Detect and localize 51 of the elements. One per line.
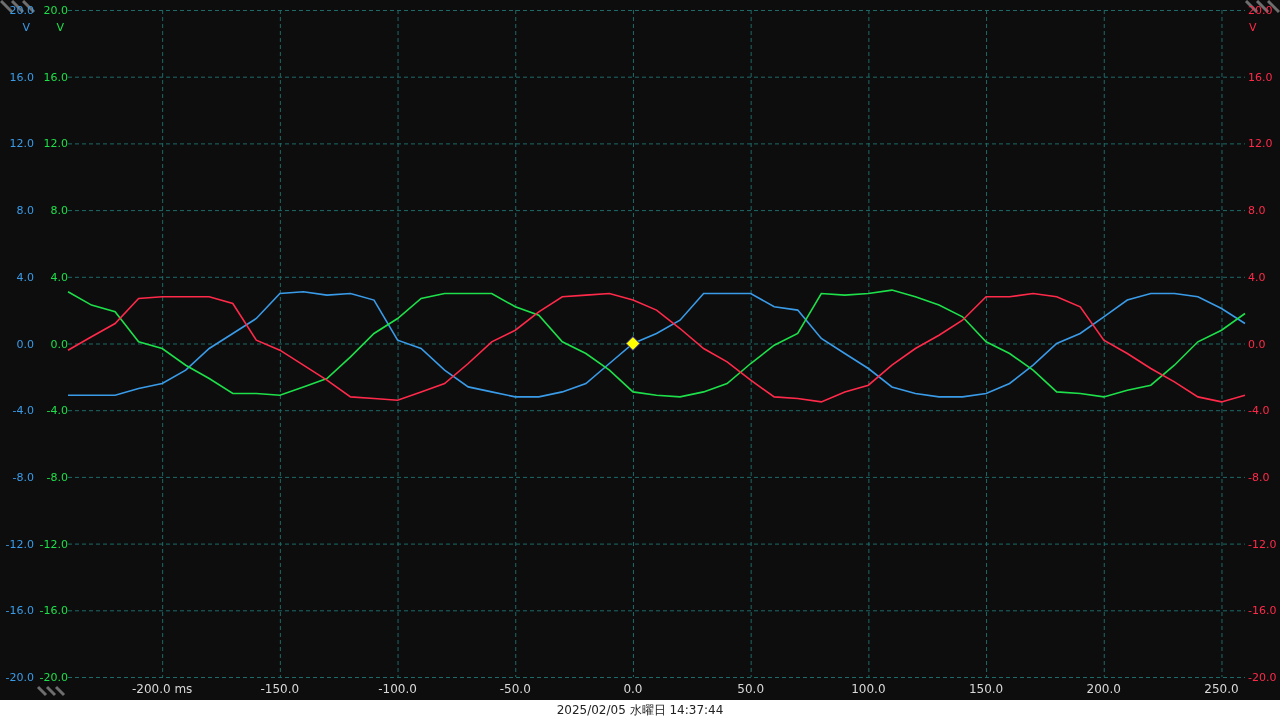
axis-tick-label: -150.0: [260, 682, 300, 696]
trigger-marker: [625, 336, 641, 351]
axis-tick-label: 4.0: [1248, 270, 1266, 284]
axis-tick-label: 150.0: [968, 682, 1004, 696]
axis-tick-label: 0.0: [50, 337, 68, 351]
axis-tick-label: -12.0: [5, 537, 34, 551]
axis-tick-label: 4.0: [16, 270, 34, 284]
axis-tick-label: -8.0: [12, 470, 34, 484]
axis-tick-label: -16.0: [39, 604, 68, 618]
axis-tick-label: 0.0: [1248, 337, 1266, 351]
axis-tick-label: 12.0: [43, 137, 68, 151]
axis-unit-label: V: [1249, 21, 1257, 34]
axis-unit-label: V: [56, 21, 64, 34]
axis-tick-label: -4.0: [12, 404, 34, 418]
axis-tick-label: 8.0: [50, 204, 68, 218]
axis-tick-label: -200.0 ms: [131, 682, 193, 696]
axis-tick-label: -50.0: [499, 682, 531, 696]
axis-tick-label: -12.0: [39, 537, 68, 551]
axis-tick-label: 20.0: [43, 4, 68, 17]
axis-tick-label: 20.0: [9, 4, 34, 17]
hatch-icon: [0, 0, 36, 14]
timestamp-text: 2025/02/05 水曜日 14:37:44: [556, 701, 724, 719]
axis-tick-label: 8.0: [1248, 204, 1266, 218]
axis-tick-label: 250.0: [1204, 682, 1239, 696]
axis-tick-label: -20.0: [1248, 671, 1277, 684]
axis-tick-label: 12.0: [1248, 137, 1273, 151]
axis-tick-label: 200.0: [1086, 682, 1121, 696]
axis-tick-label: -12.0: [1248, 537, 1277, 551]
axis-tick-label: 4.0: [50, 270, 68, 284]
axis-tick-label: -8.0: [46, 470, 68, 484]
axis-tick-label: 16.0: [43, 70, 68, 84]
axis-tick-label: -16.0: [5, 604, 34, 618]
axis-tick-label: -4.0: [46, 404, 68, 418]
axis-tick-label: -16.0: [1248, 604, 1277, 618]
axis-tick-label: -100.0: [378, 682, 417, 696]
hatch-icon: [1244, 0, 1280, 14]
axis-tick-label: 12.0: [9, 137, 34, 151]
axis-tick-label: 8.0: [16, 204, 34, 218]
axis-tick-label: 20.0: [1248, 4, 1273, 17]
axis-tick-label: 16.0: [1248, 70, 1273, 84]
axis-tick-label: -4.0: [1248, 404, 1270, 418]
axis-tick-label: -20.0: [39, 671, 68, 684]
axis-tick-label: 0.0: [623, 682, 643, 696]
axis-unit-label: V: [22, 21, 30, 34]
axis-tick-label: 0.0: [16, 337, 34, 351]
hatch-icon: [36, 685, 66, 697]
axis-tick-label: -8.0: [1248, 470, 1270, 484]
axis-tick-label: 16.0: [9, 70, 34, 84]
axis-tick-label: 100.0: [851, 682, 886, 696]
axis-tick-label: -20.0: [5, 671, 34, 684]
axis-tick-label: 50.0: [737, 682, 764, 696]
